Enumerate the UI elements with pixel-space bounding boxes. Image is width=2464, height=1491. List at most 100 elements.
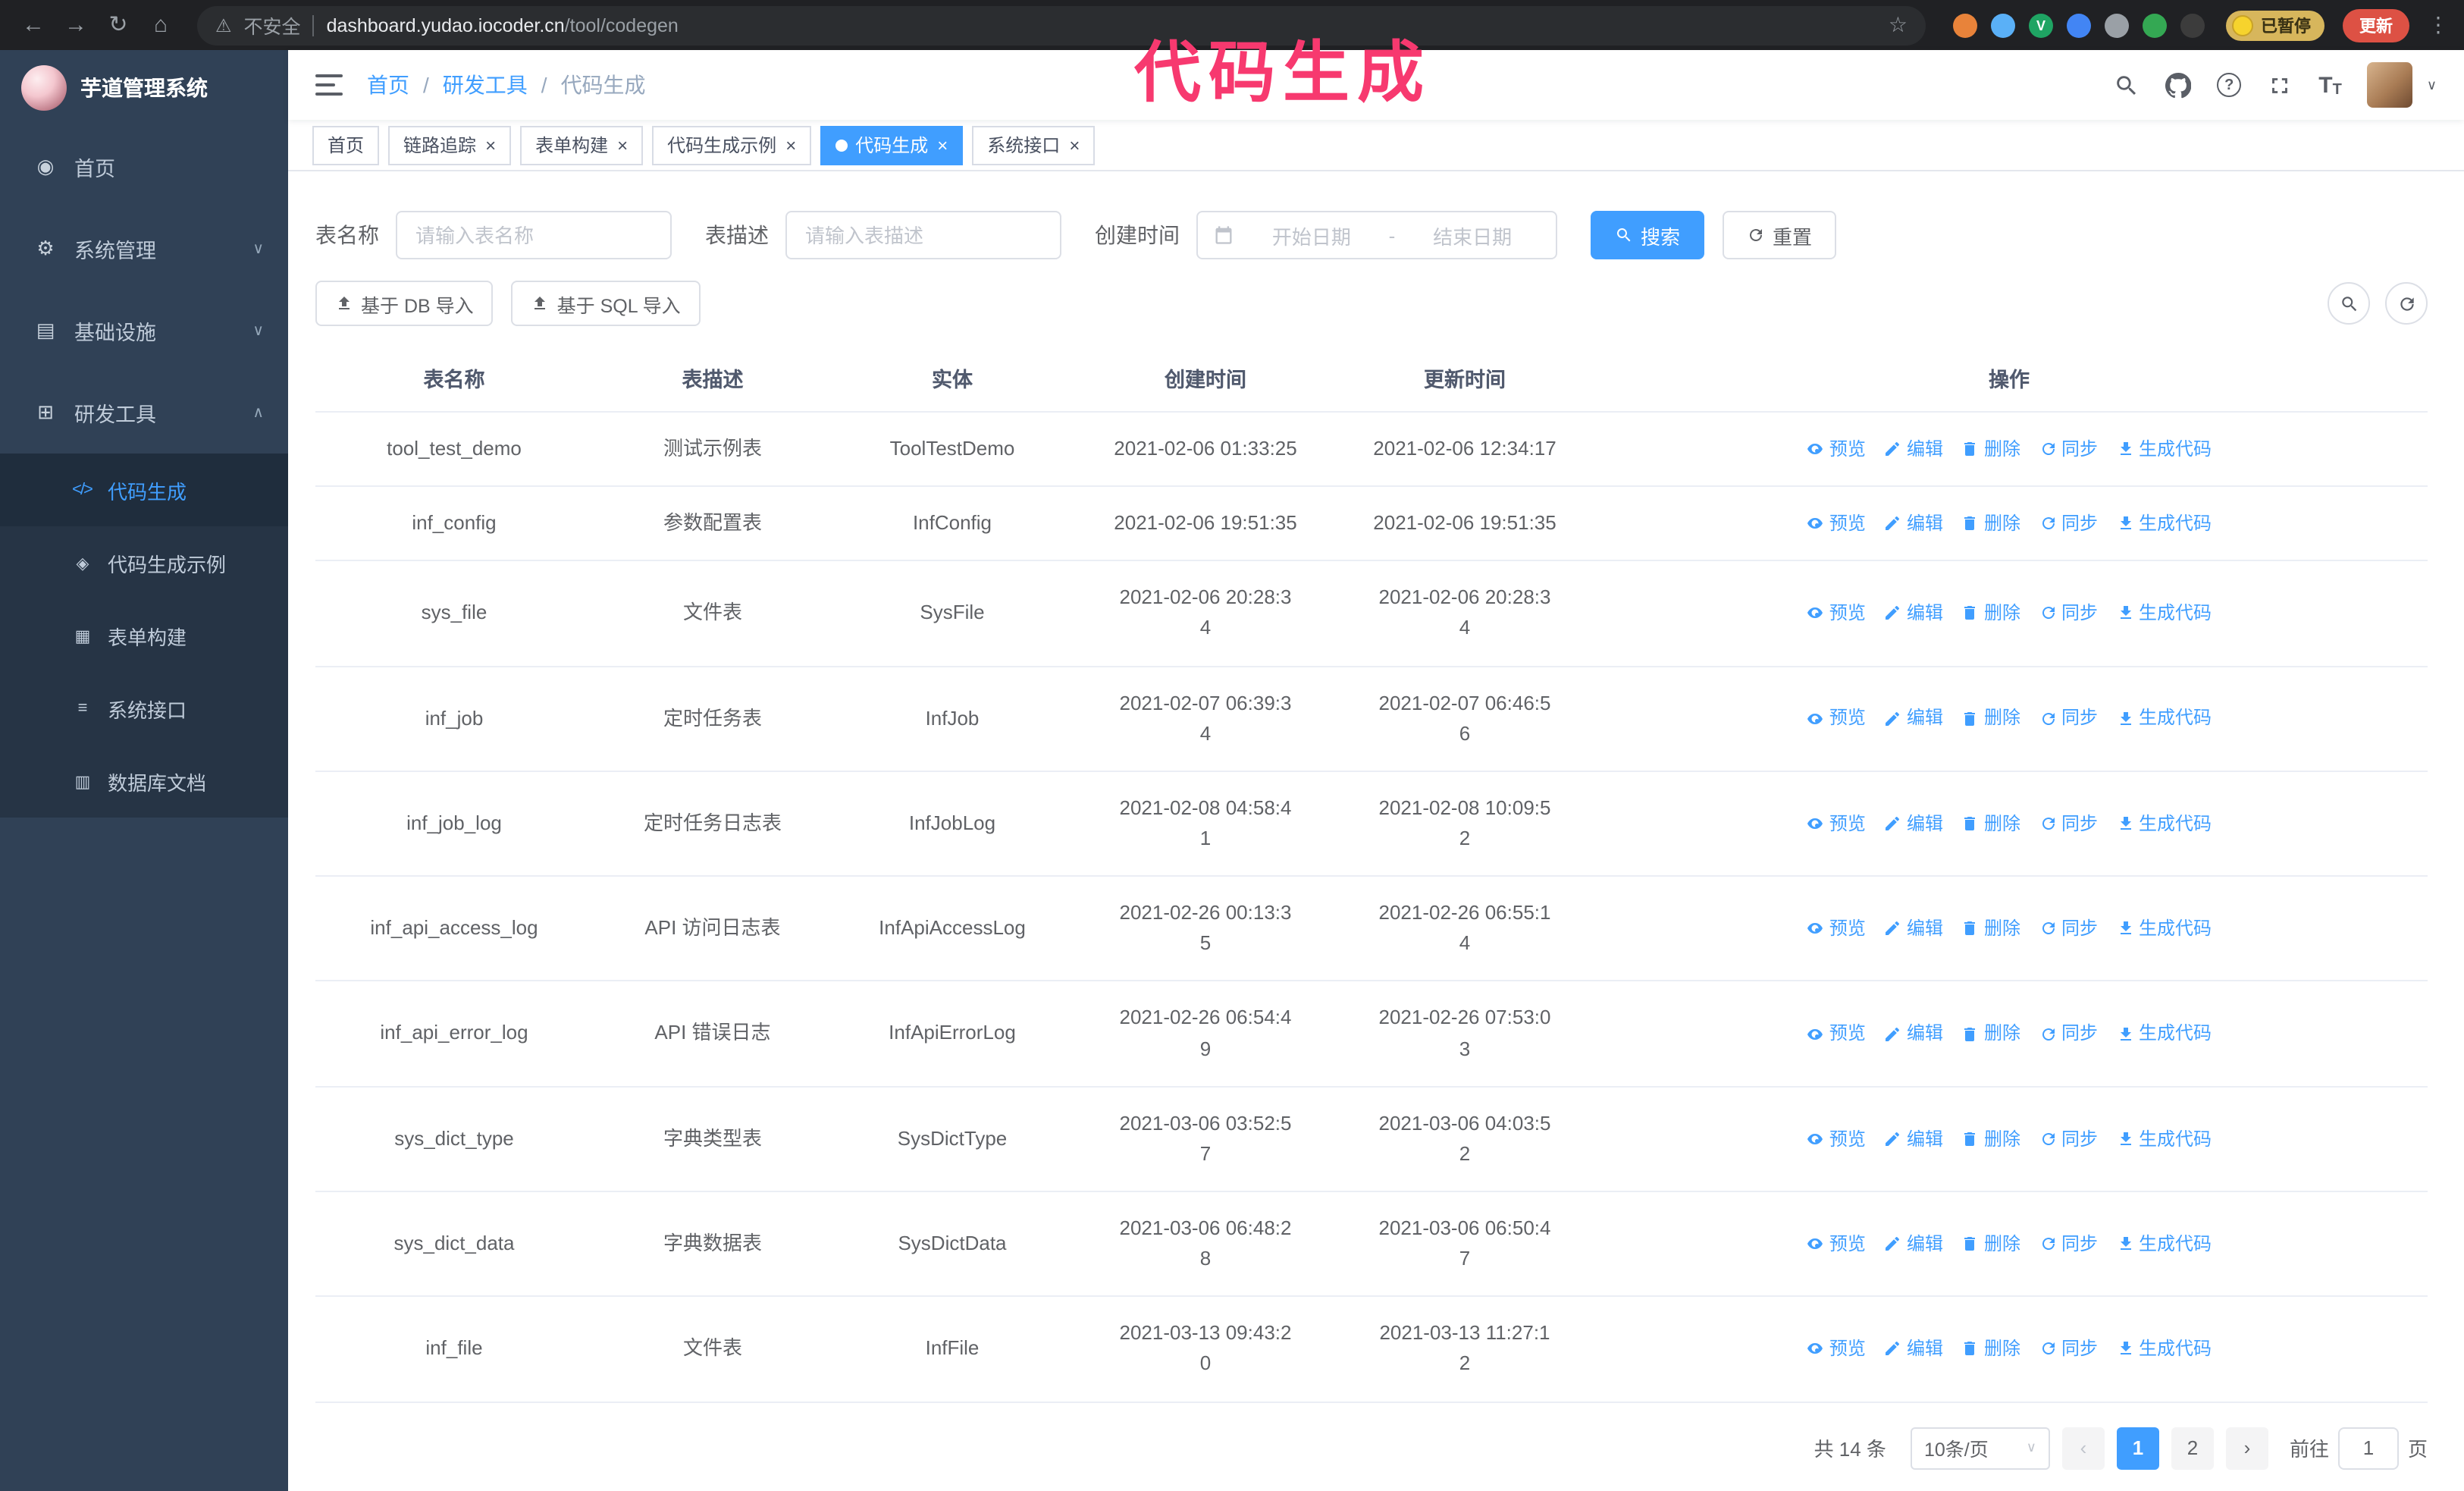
table-desc-input[interactable] (785, 211, 1061, 259)
extension-icon[interactable] (2143, 13, 2167, 37)
edit-link[interactable]: 编辑 (1884, 1230, 1943, 1258)
generate-code-link[interactable]: 生成代码 (2116, 599, 2212, 627)
close-icon[interactable]: × (937, 136, 948, 154)
tab[interactable]: 链路追踪 × (388, 125, 512, 165)
preview-link[interactable]: 预览 (1807, 915, 1866, 943)
url-bar[interactable]: ⚠ 不安全 dashboard.yudao.iocoder.cn/tool/co… (197, 5, 1926, 45)
edit-link[interactable]: 编辑 (1884, 510, 1943, 538)
sidebar-item[interactable]: ◉ 首页 (0, 126, 288, 208)
delete-link[interactable]: 删除 (1961, 809, 2020, 837)
preview-link[interactable]: 预览 (1807, 1335, 1866, 1363)
edit-link[interactable]: 编辑 (1884, 1125, 1943, 1153)
bookmark-star-icon[interactable]: ☆ (1889, 12, 1908, 38)
import-db-button[interactable]: 基于 DB 导入 (315, 281, 494, 326)
date-range-picker[interactable]: 开始日期 - 结束日期 (1196, 211, 1557, 259)
sidebar-subitem[interactable]: ▦ 表单构建 (0, 599, 288, 672)
logo[interactable]: 芋道管理系统 (0, 50, 288, 126)
extension-icon[interactable] (2105, 13, 2129, 37)
sidebar-item[interactable]: ⚙ 系统管理 ∨ (0, 208, 288, 290)
sidebar-subitem[interactable]: ◈ 代码生成示例 (0, 526, 288, 599)
delete-link[interactable]: 删除 (1961, 915, 2020, 943)
github-icon[interactable] (2165, 72, 2192, 98)
close-icon[interactable]: × (785, 136, 796, 154)
edit-link[interactable]: 编辑 (1884, 435, 1943, 463)
tab[interactable]: 表单构建 × (520, 125, 644, 165)
generate-code-link[interactable]: 生成代码 (2116, 1125, 2212, 1153)
generate-code-link[interactable]: 生成代码 (2116, 1335, 2212, 1363)
avatar-caret-icon[interactable]: ∨ (2427, 77, 2437, 93)
breadcrumb-home[interactable]: 首页 (367, 70, 409, 100)
generate-code-link[interactable]: 生成代码 (2116, 705, 2212, 733)
tab[interactable]: 首页 × (312, 125, 380, 165)
sync-link[interactable]: 同步 (2039, 599, 2098, 627)
delete-link[interactable]: 删除 (1961, 705, 2020, 733)
sync-link[interactable]: 同步 (2039, 809, 2098, 837)
next-page-button[interactable]: › (2225, 1427, 2268, 1470)
tab[interactable]: 系统接口 × (972, 125, 1096, 165)
delete-link[interactable]: 删除 (1961, 1335, 2020, 1363)
help-icon[interactable]: ? (2217, 73, 2242, 97)
extension-icon[interactable] (1953, 13, 1977, 37)
preview-link[interactable]: 预览 (1807, 599, 1866, 627)
sync-link[interactable]: 同步 (2039, 1020, 2098, 1048)
table-name-input[interactable] (396, 211, 672, 259)
paused-badge[interactable]: 已暂停 (2226, 10, 2324, 40)
delete-link[interactable]: 删除 (1961, 510, 2020, 538)
sync-link[interactable]: 同步 (2039, 1230, 2098, 1258)
delete-link[interactable]: 删除 (1961, 1125, 2020, 1153)
close-icon[interactable]: × (485, 136, 496, 154)
delete-link[interactable]: 删除 (1961, 599, 2020, 627)
extension-icon[interactable] (2067, 13, 2091, 37)
extension-icon[interactable] (1991, 13, 2015, 37)
sync-link[interactable]: 同步 (2039, 1125, 2098, 1153)
preview-link[interactable]: 预览 (1807, 1125, 1866, 1153)
import-sql-button[interactable]: 基于 SQL 导入 (511, 281, 701, 326)
page-button[interactable]: 1 (2116, 1427, 2159, 1470)
sidebar-item[interactable]: ▤ 基础设施 ∨ (0, 290, 288, 372)
edit-link[interactable]: 编辑 (1884, 1020, 1943, 1048)
page-size-select[interactable]: 10条/页 ∨ (1910, 1427, 2050, 1470)
sync-link[interactable]: 同步 (2039, 705, 2098, 733)
extension-icon[interactable] (2180, 13, 2205, 37)
preview-link[interactable]: 预览 (1807, 1020, 1866, 1048)
sync-link[interactable]: 同步 (2039, 915, 2098, 943)
reset-button[interactable]: 重置 (1723, 211, 1837, 259)
breadcrumb-devtools[interactable]: 研发工具 (443, 70, 528, 100)
goto-page-input[interactable] (2337, 1427, 2399, 1470)
preview-link[interactable]: 预览 (1807, 510, 1866, 538)
sidebar-item[interactable]: ⊞ 研发工具 ∧ (0, 372, 288, 454)
sync-link[interactable]: 同步 (2039, 435, 2098, 463)
generate-code-link[interactable]: 生成代码 (2116, 1230, 2212, 1258)
extension-icon[interactable]: V (2029, 13, 2053, 37)
toggle-search-button[interactable] (2328, 282, 2370, 325)
preview-link[interactable]: 预览 (1807, 435, 1866, 463)
preview-link[interactable]: 预览 (1807, 809, 1866, 837)
forward-icon[interactable]: → (58, 7, 94, 43)
generate-code-link[interactable]: 生成代码 (2116, 915, 2212, 943)
generate-code-link[interactable]: 生成代码 (2116, 1020, 2212, 1048)
search-button[interactable]: 搜索 (1591, 211, 1705, 259)
close-icon[interactable]: × (1069, 136, 1080, 154)
preview-link[interactable]: 预览 (1807, 1230, 1866, 1258)
update-button[interactable]: 更新 (2343, 8, 2409, 42)
edit-link[interactable]: 编辑 (1884, 599, 1943, 627)
home-icon[interactable]: ⌂ (143, 7, 179, 43)
search-icon[interactable] (2114, 72, 2140, 98)
edit-link[interactable]: 编辑 (1884, 915, 1943, 943)
delete-link[interactable]: 删除 (1961, 435, 2020, 463)
sidebar-subitem[interactable]: ≡ 系统接口 (0, 672, 288, 745)
browser-menu-icon[interactable]: ⋮ (2428, 12, 2449, 38)
edit-link[interactable]: 编辑 (1884, 809, 1943, 837)
refresh-table-button[interactable] (2385, 282, 2428, 325)
sidebar-subitem[interactable]: ▥ 数据库文档 (0, 745, 288, 818)
edit-link[interactable]: 编辑 (1884, 705, 1943, 733)
sidebar-subitem[interactable]: </> 代码生成 (0, 454, 288, 526)
hamburger-icon[interactable] (315, 74, 343, 96)
reload-icon[interactable]: ↻ (100, 7, 136, 43)
prev-page-button[interactable]: ‹ (2061, 1427, 2105, 1470)
edit-link[interactable]: 编辑 (1884, 1335, 1943, 1363)
preview-link[interactable]: 预览 (1807, 705, 1866, 733)
user-avatar[interactable] (2367, 62, 2413, 108)
font-size-icon[interactable]: TT (2318, 72, 2342, 98)
sync-link[interactable]: 同步 (2039, 510, 2098, 538)
